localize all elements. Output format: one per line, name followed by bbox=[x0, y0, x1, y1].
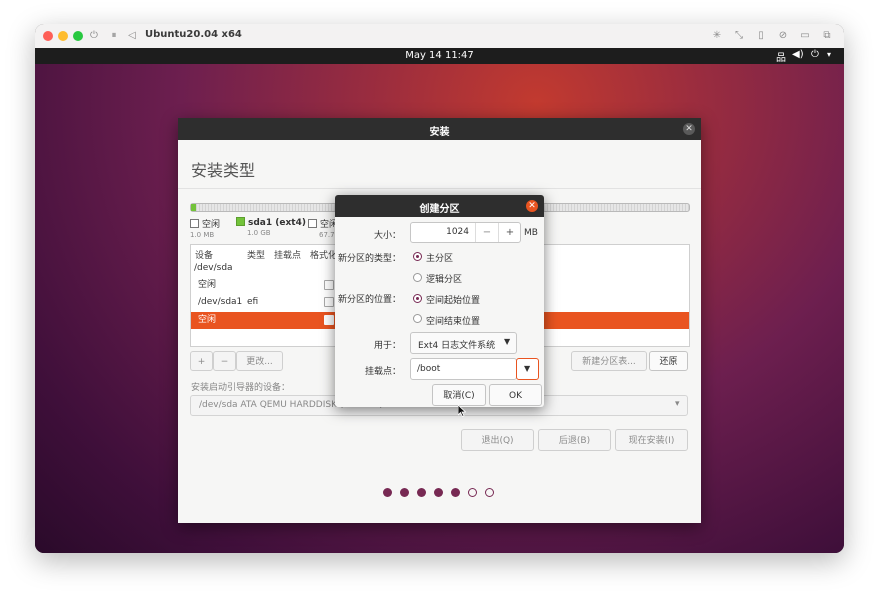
mount-point-input[interactable]: /boot bbox=[410, 358, 517, 380]
ubuntu-top-bar: May 14 11:47 品 ◀) ⏻ ▾ bbox=[35, 48, 844, 64]
primary-partition-label[interactable]: 主分区 bbox=[426, 251, 453, 264]
back-icon[interactable]: ◁ bbox=[125, 29, 139, 43]
row-device: 空闲 bbox=[198, 315, 217, 325]
partition-location-label: 新分区的位置： bbox=[337, 295, 401, 305]
mount-point-value[interactable]: /boot bbox=[417, 364, 440, 374]
chevron-down-icon[interactable]: ▾ bbox=[827, 50, 831, 59]
dialog-header: 创建分区 ✕ bbox=[335, 195, 544, 217]
partition-type-label: 新分区的类型： bbox=[337, 254, 401, 264]
boot-loader-label: 安装启动引导器的设备： bbox=[191, 383, 291, 393]
legend-free-1: 空闲 1.0 MB bbox=[190, 217, 220, 239]
windows-icon[interactable]: ⧉ bbox=[820, 29, 834, 43]
network-icon[interactable]: 品 bbox=[776, 49, 786, 64]
progress-dot-pending bbox=[468, 488, 477, 497]
minimize-traffic-light[interactable] bbox=[58, 31, 68, 41]
create-partition-dialog: 创建分区 ✕ 大小： 1024 − + MB 新分区的类型： 主分区 逻辑分区 … bbox=[335, 195, 544, 407]
location-end-label[interactable]: 空间结束位置 bbox=[426, 314, 480, 327]
revert-button[interactable]: 还原 bbox=[649, 351, 688, 371]
progress-dot-done bbox=[451, 488, 460, 497]
legend-sda1: sda1 (ext4) 1.0 GB bbox=[236, 217, 306, 237]
installer-header: 安装 ✕ bbox=[178, 118, 701, 140]
legend-size: 1.0 MB bbox=[190, 231, 215, 239]
partition-bar-sda1 bbox=[191, 204, 196, 211]
quit-button[interactable]: 退出(Q) bbox=[461, 429, 534, 451]
legend-label: sda1 (ext4) bbox=[248, 218, 306, 228]
legend-swatch bbox=[308, 219, 317, 228]
vm-titlebar: ⏻ ⏸ ◁ Ubuntu20.04 x64 ✳ ⤡ ▯ ⊘ ▭ ⧉ bbox=[35, 24, 844, 49]
progress-dot-done bbox=[434, 488, 443, 497]
size-unit: MB bbox=[524, 228, 538, 238]
format-checkbox[interactable] bbox=[324, 280, 334, 290]
dialog-title: 创建分区 bbox=[419, 204, 460, 215]
vm-name: Ubuntu20.04 x64 bbox=[145, 29, 242, 40]
volume-icon[interactable]: ◀) bbox=[792, 49, 804, 60]
location-start-radio[interactable] bbox=[413, 294, 422, 303]
legend-swatch bbox=[190, 219, 199, 228]
decrease-size-button[interactable]: − bbox=[475, 223, 498, 242]
new-partition-table-button[interactable]: 新建分区表... bbox=[571, 351, 647, 371]
mouse-cursor-icon bbox=[458, 405, 466, 417]
progress-dot-done bbox=[417, 488, 426, 497]
power-icon[interactable]: ⏻ bbox=[87, 29, 101, 43]
legend-size: 1.0 GB bbox=[247, 229, 271, 237]
power-menu-icon[interactable]: ⏻ bbox=[811, 49, 819, 60]
remove-partition-button[interactable]: − bbox=[213, 351, 236, 371]
size-value[interactable]: 1024 bbox=[411, 227, 469, 237]
chevron-down-icon: ▼ bbox=[504, 337, 511, 346]
mount-point-dropdown-button[interactable]: ▼ bbox=[516, 358, 539, 380]
ok-button[interactable]: OK bbox=[489, 384, 542, 406]
page-title: 安装类型 bbox=[191, 161, 256, 180]
size-label: 大小： bbox=[373, 231, 401, 241]
chevron-down-icon: ▼ bbox=[524, 364, 531, 373]
location-start-label[interactable]: 空间起始位置 bbox=[426, 293, 480, 306]
installer-title: 安装 bbox=[429, 127, 450, 138]
installer-close-icon[interactable]: ✕ bbox=[683, 123, 695, 135]
close-traffic-light[interactable] bbox=[43, 31, 53, 41]
progress-dot-done bbox=[400, 488, 409, 497]
chevron-down-icon: ▾ bbox=[675, 399, 680, 409]
add-partition-button[interactable]: + bbox=[190, 351, 213, 371]
format-checkbox[interactable] bbox=[324, 315, 334, 325]
legend-label: 空闲 bbox=[202, 220, 221, 230]
logical-partition-label[interactable]: 逻辑分区 bbox=[426, 272, 462, 285]
resize-icon[interactable]: ⤡ bbox=[732, 29, 746, 43]
clock[interactable]: May 14 11:47 bbox=[35, 50, 844, 61]
format-checkbox[interactable] bbox=[324, 297, 334, 307]
legend-free-2: 空闲 67.7 bbox=[308, 217, 338, 239]
row-type: efi bbox=[247, 297, 259, 307]
row-device: /dev/sda bbox=[194, 263, 233, 273]
dialog-close-icon[interactable]: ✕ bbox=[526, 200, 538, 212]
row-device: 空闲 bbox=[198, 280, 217, 290]
install-now-button[interactable]: 现在安装(I) bbox=[615, 429, 688, 451]
filesystem-select[interactable]: Ext4 日志文件系统 ▼ bbox=[410, 332, 517, 354]
progress-dot-pending bbox=[485, 488, 494, 497]
share-icon[interactable]: ⊘ bbox=[776, 29, 790, 43]
cancel-button[interactable]: 取消(C) bbox=[432, 384, 486, 406]
screen-icon[interactable]: ▭ bbox=[798, 29, 812, 43]
pause-icon[interactable]: ⏸ bbox=[107, 29, 121, 43]
brightness-icon[interactable]: ✳ bbox=[710, 29, 724, 43]
change-partition-button[interactable]: 更改... bbox=[236, 351, 283, 371]
location-end-radio[interactable] bbox=[413, 314, 422, 323]
divider bbox=[178, 188, 701, 189]
filesystem-value: Ext4 日志文件系统 bbox=[418, 341, 496, 351]
increase-size-button[interactable]: + bbox=[498, 223, 521, 242]
usb-icon[interactable]: ▯ bbox=[754, 29, 768, 43]
progress-dot-done bbox=[383, 488, 392, 497]
mount-point-label: 挂载点： bbox=[364, 367, 401, 377]
zoom-traffic-light[interactable] bbox=[73, 31, 83, 41]
row-device: /dev/sda1 bbox=[198, 297, 243, 307]
back-button[interactable]: 后退(B) bbox=[538, 429, 611, 451]
primary-partition-radio[interactable] bbox=[413, 252, 422, 261]
size-spinbox[interactable]: 1024 − + bbox=[410, 222, 521, 243]
logical-partition-radio[interactable] bbox=[413, 273, 422, 282]
use-as-label: 用于： bbox=[373, 341, 401, 351]
legend-swatch bbox=[236, 217, 245, 226]
